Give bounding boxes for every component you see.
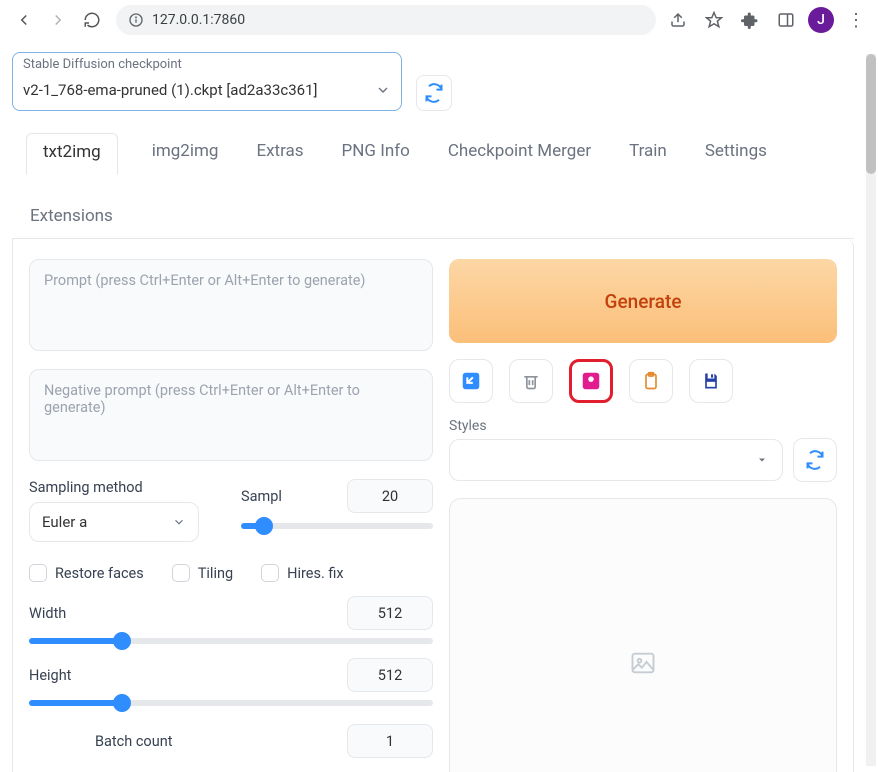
main-tabs: txt2img img2img Extras PNG Info Checkpoi…: [12, 133, 854, 239]
extensions-icon[interactable]: [736, 6, 764, 34]
clear-button[interactable]: [509, 359, 553, 403]
tab-img2img[interactable]: img2img: [148, 133, 223, 174]
styles-select[interactable]: [449, 439, 783, 481]
width-input[interactable]: 512: [347, 596, 433, 630]
checkpoint-value: v2-1_768-ema-pruned (1).ckpt [ad2a33c361…: [23, 81, 318, 99]
sampling-steps-input[interactable]: 20: [347, 479, 433, 513]
sampling-method-label: Sampling method: [29, 479, 221, 496]
tiling-checkbox[interactable]: Tiling: [172, 564, 233, 582]
checkpoint-label: Stable Diffusion checkpoint: [23, 57, 401, 72]
styles-apply-button[interactable]: [569, 359, 613, 403]
profile-avatar[interactable]: J: [808, 7, 834, 33]
browser-right-icons: J ⋮: [664, 6, 870, 34]
clipboard-button[interactable]: [629, 359, 673, 403]
forward-button[interactable]: [42, 4, 74, 36]
negative-prompt-input[interactable]: Negative prompt (press Ctrl+Enter or Alt…: [29, 369, 433, 461]
site-info-icon[interactable]: [128, 12, 144, 28]
batch-count-label: Batch count: [95, 733, 172, 750]
url-text: 127.0.0.1:7860: [152, 12, 245, 28]
bookmark-star-icon[interactable]: [700, 6, 728, 34]
interrogate-button[interactable]: [449, 359, 493, 403]
styles-refresh-button[interactable]: [793, 438, 837, 482]
reload-button[interactable]: [76, 4, 108, 36]
batch-count-input[interactable]: 1: [347, 724, 433, 758]
height-label: Height: [29, 667, 71, 684]
width-label: Width: [29, 605, 66, 622]
hires-fix-checkbox[interactable]: Hires. fix: [261, 564, 343, 582]
height-slider[interactable]: [29, 700, 433, 706]
tab-txt2img[interactable]: txt2img: [26, 133, 118, 175]
sidepanel-icon[interactable]: [772, 6, 800, 34]
kebab-menu-icon[interactable]: ⋮: [842, 6, 870, 34]
tab-settings[interactable]: Settings: [701, 133, 771, 174]
vertical-scrollbar[interactable]: [866, 54, 876, 766]
chevron-down-icon: [172, 515, 186, 529]
sampling-steps-slider[interactable]: [241, 523, 433, 529]
caret-down-icon: [756, 454, 768, 466]
prompt-input[interactable]: Prompt (press Ctrl+Enter or Alt+Enter to…: [29, 259, 433, 351]
generate-button[interactable]: Generate: [449, 259, 837, 343]
sampling-steps-label: Sampl: [241, 488, 282, 505]
restore-faces-checkbox[interactable]: Restore faces: [29, 564, 144, 582]
back-button[interactable]: [8, 4, 40, 36]
share-icon[interactable]: [664, 6, 692, 34]
browser-toolbar: 127.0.0.1:7860 J ⋮: [0, 0, 878, 40]
save-button[interactable]: [689, 359, 733, 403]
tab-pnginfo[interactable]: PNG Info: [338, 133, 414, 174]
height-input[interactable]: 512: [347, 658, 433, 692]
tab-extensions[interactable]: Extensions: [26, 198, 854, 238]
tab-train[interactable]: Train: [625, 133, 671, 174]
sampling-method-select[interactable]: Euler a: [29, 502, 199, 542]
styles-label: Styles: [449, 418, 487, 434]
tab-extras[interactable]: Extras: [252, 133, 307, 174]
checkpoint-select[interactable]: Stable Diffusion checkpoint v2-1_768-ema…: [12, 52, 402, 111]
tab-checkpoint-merger[interactable]: Checkpoint Merger: [444, 133, 595, 174]
chevron-down-icon: [375, 82, 391, 98]
image-placeholder-icon: [629, 649, 657, 677]
output-preview: [449, 498, 837, 772]
width-slider[interactable]: [29, 638, 433, 644]
address-bar[interactable]: 127.0.0.1:7860: [116, 5, 656, 35]
checkpoint-refresh-button[interactable]: [416, 75, 452, 111]
